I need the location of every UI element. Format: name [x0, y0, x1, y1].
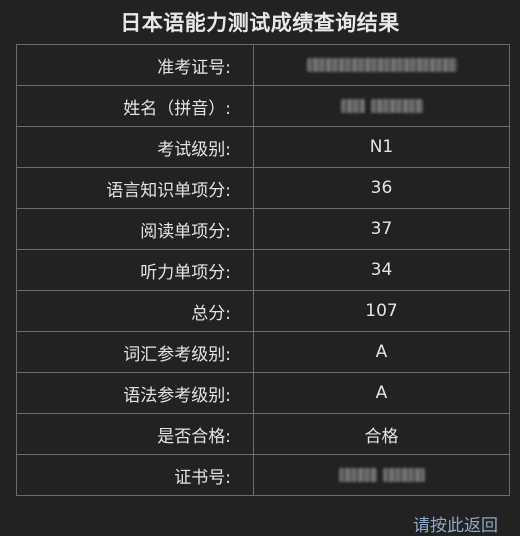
- row-value-reading: 37: [253, 208, 510, 250]
- redacted-exam-number: [306, 58, 457, 72]
- row-label-exam-number: 准考证号:: [16, 44, 254, 86]
- row-value-listening: 34: [253, 249, 510, 291]
- table-row: 考试级别: N1: [16, 126, 510, 168]
- row-label-level: 考试级别:: [16, 126, 254, 168]
- table-row: 总分: 107: [16, 290, 510, 332]
- table-row: 阅读单项分: 37: [16, 208, 510, 250]
- results-table: 准考证号: 姓名（拼音）: 考试级别: N1 语言知识单项分: 36 阅读单项分…: [16, 44, 510, 496]
- table-row: 听力单项分: 34: [16, 249, 510, 291]
- row-label-total: 总分:: [16, 290, 254, 332]
- row-label-grammar-level: 语法参考级别:: [16, 372, 254, 414]
- redacted-certificate-number-part: [382, 468, 425, 482]
- row-label-name: 姓名（拼音）:: [16, 85, 254, 127]
- row-label-listening: 听力单项分:: [16, 249, 254, 291]
- row-value-name: [253, 85, 510, 127]
- redacted-certificate-number: [338, 468, 377, 482]
- row-label-pass-status: 是否合格:: [16, 413, 254, 455]
- table-row: 是否合格: 合格: [16, 413, 510, 455]
- back-link[interactable]: 请按此返回: [413, 511, 498, 536]
- row-value-pass-status: 合格: [253, 413, 510, 455]
- row-value-total: 107: [253, 290, 510, 332]
- table-row: 语法参考级别: A: [16, 372, 510, 414]
- row-value-language-knowledge: 36: [253, 167, 510, 209]
- row-value-exam-number: [253, 44, 510, 86]
- row-label-reading: 阅读单项分:: [16, 208, 254, 250]
- table-row: 证书号:: [16, 454, 510, 496]
- results-page: 日本语能力测试成绩查询结果 准考证号: 姓名（拼音）: 考试级别: N1 语言知…: [0, 0, 520, 536]
- redacted-name-part: [370, 99, 423, 113]
- table-row: 语言知识单项分: 36: [16, 167, 510, 209]
- row-label-language-knowledge: 语言知识单项分:: [16, 167, 254, 209]
- row-label-certificate-number: 证书号:: [16, 454, 254, 496]
- table-row: 词汇参考级别: A: [16, 331, 510, 373]
- row-value-level: N1: [253, 126, 510, 168]
- table-row: 准考证号:: [16, 44, 510, 86]
- row-value-vocab-level: A: [253, 331, 510, 373]
- row-label-vocab-level: 词汇参考级别:: [16, 331, 254, 373]
- row-value-certificate-number: [253, 454, 510, 496]
- table-row: 姓名（拼音）:: [16, 85, 510, 127]
- page-title: 日本语能力测试成绩查询结果: [120, 11, 400, 35]
- row-value-grammar-level: A: [253, 372, 510, 414]
- redacted-name: [340, 99, 365, 113]
